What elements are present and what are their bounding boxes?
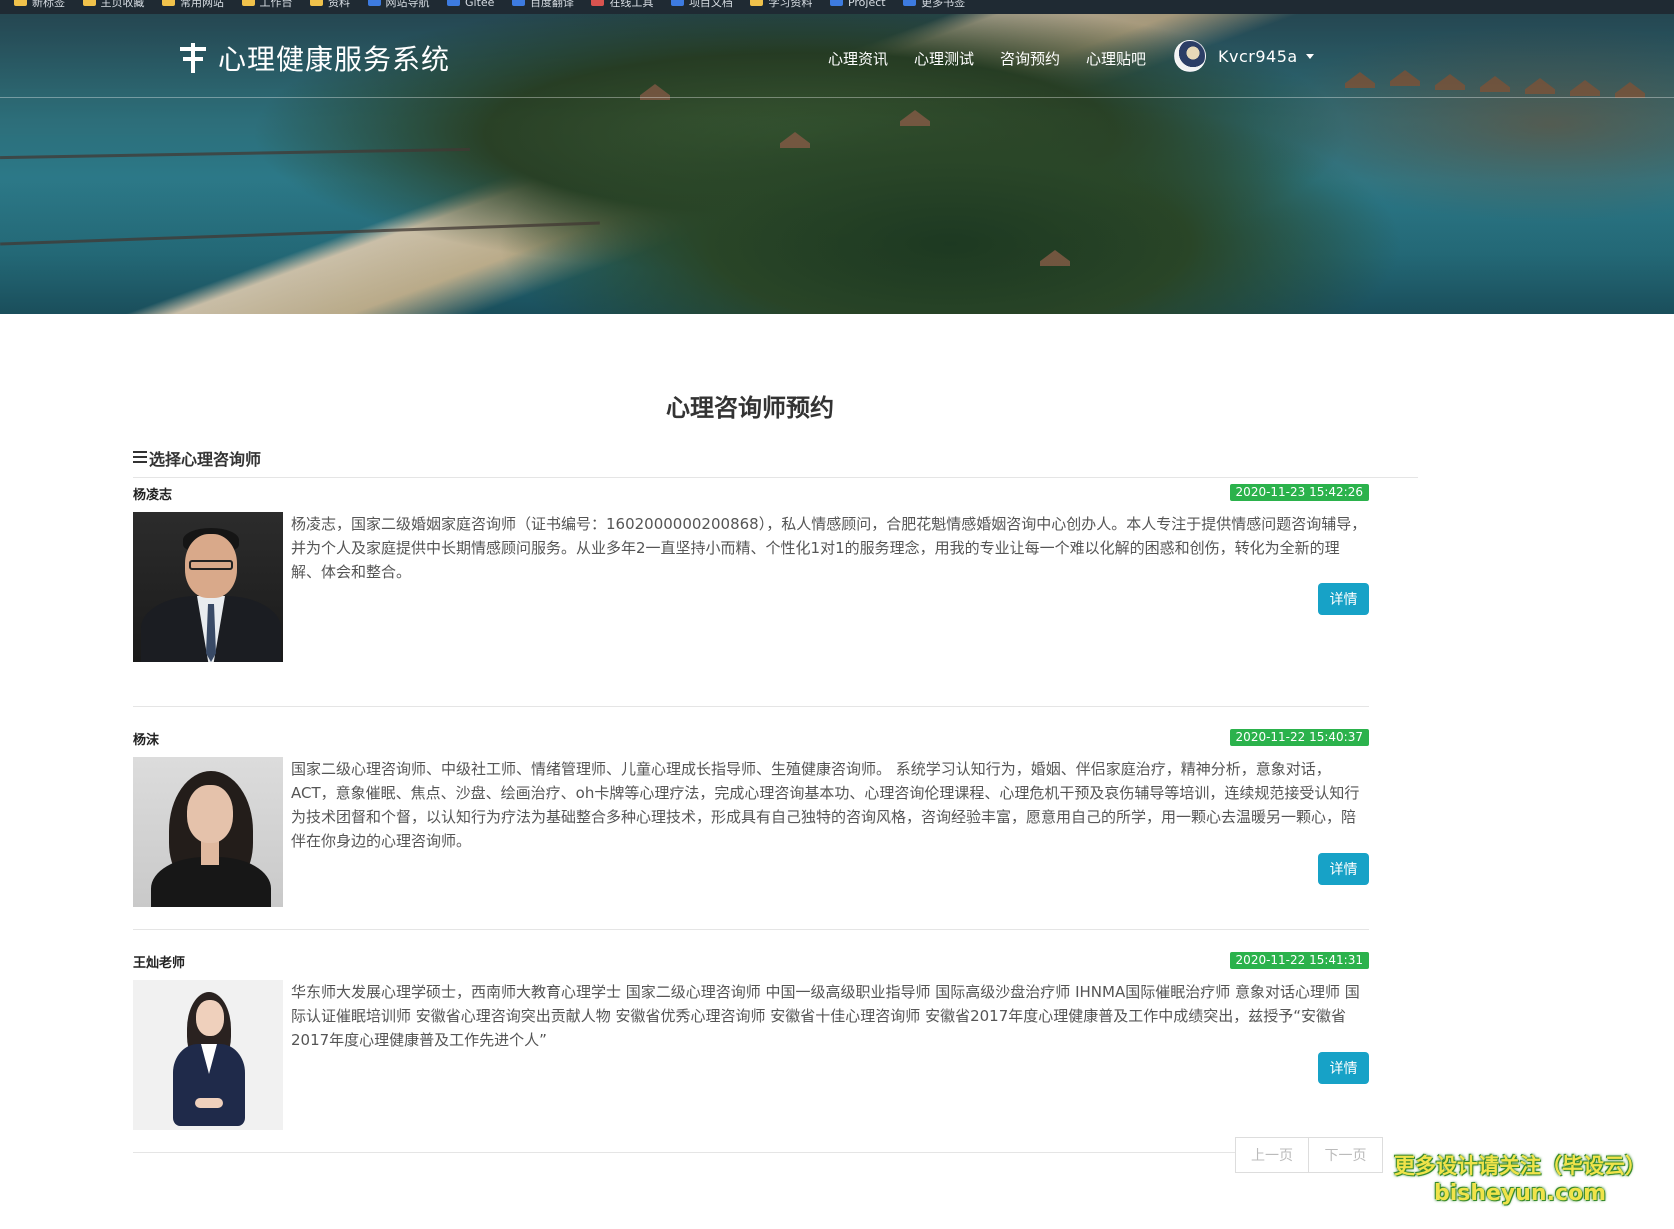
avatar bbox=[1174, 40, 1206, 72]
prev-page-button[interactable]: 上一页 bbox=[1235, 1137, 1309, 1173]
bookmark-item[interactable]: 主页收藏 bbox=[82, 0, 145, 8]
counselor-name: 王灿老师 bbox=[133, 956, 186, 971]
counselor-photo bbox=[133, 757, 283, 907]
counselor-description: 杨凌志，国家二级婚姻家庭咨询师（证书编号：1602000000200868），私… bbox=[291, 515, 1367, 581]
section-header: 选择心理咨询师 bbox=[133, 446, 1418, 478]
user-menu[interactable]: Kvcr945a bbox=[1174, 40, 1314, 72]
nav-links: 心理资讯 心理测试 咨询预约 心理贴吧 bbox=[828, 48, 1172, 69]
page-title: 心理咨询师预约 bbox=[666, 394, 834, 422]
next-page-button[interactable]: 下一页 bbox=[1309, 1137, 1383, 1173]
counselor-card: 王灿老师 2020-11-22 15:41:31 华东师大发展心理学硕士，西南师… bbox=[133, 930, 1369, 1153]
detail-button[interactable]: 详情 bbox=[1318, 1052, 1369, 1084]
bookmark-item[interactable]: 在线工具 bbox=[591, 0, 653, 8]
top-navbar: 心理健康服务系统 心理资讯 心理测试 咨询预约 心理贴吧 Kvcr945a bbox=[0, 14, 1674, 98]
username: Kvcr945a bbox=[1218, 46, 1298, 66]
menu-icon bbox=[133, 451, 147, 463]
bookmark-item[interactable]: Gitee bbox=[447, 0, 494, 8]
bookmark-item[interactable]: 百度翻译 bbox=[511, 0, 574, 8]
nav-link-appointment[interactable]: 咨询预约 bbox=[1000, 48, 1060, 69]
caret-down-icon bbox=[1305, 53, 1314, 59]
detail-button[interactable]: 详情 bbox=[1318, 583, 1369, 615]
watermark-line1: 更多设计请关注（毕设云） bbox=[1394, 1154, 1646, 1178]
bookmark-item[interactable]: 工作台 bbox=[241, 0, 293, 8]
counselor-card: 杨凌志 2020-11-23 15:42:26 杨凌志，国家二级婚姻家庭咨询师（… bbox=[133, 484, 1369, 707]
counselor-photo bbox=[133, 980, 283, 1130]
brand-title: 心理健康服务系统 bbox=[218, 43, 451, 76]
bookmark-item[interactable]: 项目文档 bbox=[670, 0, 733, 8]
bookmark-item[interactable]: 学习资料 bbox=[750, 0, 812, 8]
counselor-name: 杨沫 bbox=[133, 733, 160, 748]
section-title: 选择心理咨询师 bbox=[149, 450, 262, 469]
pagination: 上一页 下一页 bbox=[1235, 1137, 1383, 1173]
signpost-icon bbox=[180, 43, 206, 73]
bookmark-item[interactable]: 常用网站 bbox=[162, 0, 224, 8]
bookmark-item[interactable]: 新标签 bbox=[14, 0, 65, 8]
brand[interactable]: 心理健康服务系统 bbox=[180, 38, 450, 78]
counselor-name: 杨凌志 bbox=[133, 488, 173, 503]
nav-link-forum[interactable]: 心理贴吧 bbox=[1086, 48, 1146, 69]
counselor-list: 杨凌志 2020-11-23 15:42:26 杨凌志，国家二级婚姻家庭咨询师（… bbox=[133, 484, 1369, 1153]
nav-link-test[interactable]: 心理测试 bbox=[914, 48, 974, 69]
watermark-line2: bisheyun.com bbox=[1433, 1181, 1607, 1206]
bookmark-item[interactable]: 资料 bbox=[310, 0, 350, 8]
date-badge: 2020-11-22 15:40:37 bbox=[1229, 729, 1369, 746]
bookmarks-bar: 新标签 主页收藏 常用网站 工作台 资料 网站导航 Gitee 百度翻译 在线工… bbox=[0, 0, 1674, 14]
bookmark-item[interactable]: 更多书签 bbox=[903, 0, 965, 8]
counselor-card: 杨沫 2020-11-22 15:40:37 国家二级心理咨询师、中级社工师、情… bbox=[133, 707, 1369, 930]
nav-link-news[interactable]: 心理资讯 bbox=[828, 48, 888, 69]
bookmark-item[interactable]: Project bbox=[829, 0, 886, 8]
date-badge: 2020-11-22 15:41:31 bbox=[1229, 952, 1369, 969]
counselor-description: 华东师大发展心理学硕士，西南师大教育心理学士 国家二级心理咨询师 中国一级高级职… bbox=[291, 983, 1360, 1049]
detail-button[interactable]: 详情 bbox=[1318, 853, 1369, 885]
watermark: 更多设计请关注（毕设云） bisheyun.com bbox=[1390, 1152, 1650, 1208]
counselor-description: 国家二级心理咨询师、中级社工师、情绪管理师、儿童心理成长指导师、生殖健康咨询师。… bbox=[291, 760, 1360, 850]
counselor-photo bbox=[133, 512, 283, 662]
date-badge: 2020-11-23 15:42:26 bbox=[1229, 484, 1369, 501]
bookmark-item[interactable]: 网站导航 bbox=[367, 0, 430, 8]
